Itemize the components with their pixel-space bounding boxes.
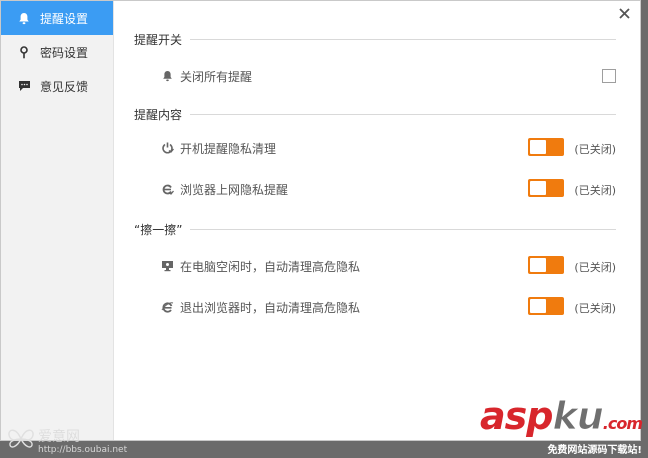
- section-reminder-switch: 提醒开关: [134, 31, 616, 48]
- settings-window: 提醒设置 密码设置 意见反馈 提醒开关 关闭所有提醒 提醒内容 开机提醒隐私清理…: [0, 0, 641, 441]
- toggle-status: (已关闭): [574, 143, 616, 156]
- setting-label: 开机提醒隐私清理: [180, 141, 277, 156]
- toggle-status: (已关闭): [574, 261, 616, 274]
- setting-row-close-all: 关闭所有提醒: [160, 64, 616, 88]
- sidebar-item-password-settings[interactable]: 密码设置: [1, 35, 113, 69]
- setting-label: 关闭所有提醒: [180, 69, 253, 84]
- sidebar-item-label: 密码设置: [40, 45, 89, 60]
- power-icon: [160, 141, 174, 155]
- setting-row-browser-reminder: 浏览器上网隐私提醒 (已关闭): [160, 177, 616, 201]
- close-all-checkbox[interactable]: [602, 69, 616, 83]
- section-wipe: “擦一擦”: [134, 221, 616, 238]
- toggle-knob: [530, 140, 546, 154]
- watermark-script: 爱意网: [38, 429, 80, 445]
- monitor-icon: [160, 259, 174, 273]
- brand-part-domain: .com: [602, 414, 643, 433]
- watermark-brand: aspku.com: [479, 394, 643, 443]
- section-title: “擦一擦”: [134, 223, 183, 237]
- toggle-knob: [530, 299, 546, 313]
- toggle-status: (已关闭): [574, 184, 616, 197]
- key-icon: [17, 45, 31, 59]
- setting-label: 退出浏览器时，自动清理高危隐私: [180, 300, 361, 315]
- sidebar-item-label: 提醒设置: [40, 11, 89, 26]
- setting-label: 浏览器上网隐私提醒: [180, 182, 289, 197]
- divider: [190, 229, 616, 230]
- divider: [190, 39, 616, 40]
- setting-row-browser-exit-clean: 退出浏览器时，自动清理高危隐私 (已关闭): [160, 295, 616, 319]
- chat-icon: [17, 79, 31, 93]
- toggle-knob: [530, 258, 546, 272]
- browser-icon: [160, 182, 174, 196]
- browser-exit-clean-toggle[interactable]: [528, 297, 564, 315]
- brand-part-red: asp: [479, 394, 553, 438]
- ie-icon: [160, 300, 174, 314]
- settings-content: 提醒开关 关闭所有提醒 提醒内容 开机提醒隐私清理 (已关闭) 浏览器上网隐私提…: [114, 1, 640, 440]
- butterfly-logo-icon: [6, 425, 36, 456]
- watermark-left: 爱意网 http://bbs.oubai.net: [6, 425, 127, 456]
- section-title: 提醒开关: [134, 33, 183, 47]
- watermark-tagline: 免费网站源码下载站!: [547, 445, 642, 456]
- sidebar-item-label: 意见反馈: [40, 79, 89, 94]
- idle-clean-toggle[interactable]: [528, 256, 564, 274]
- setting-row-idle-clean: 在电脑空闲时，自动清理高危隐私 (已关闭): [160, 254, 616, 278]
- sidebar-item-reminder-settings[interactable]: 提醒设置: [1, 1, 113, 35]
- section-reminder-content: 提醒内容: [134, 106, 616, 123]
- brand-part-grey: ku: [552, 394, 604, 438]
- bell-icon: [17, 11, 31, 25]
- sidebar: 提醒设置 密码设置 意见反馈: [1, 1, 114, 440]
- divider: [190, 114, 616, 115]
- boot-reminder-toggle[interactable]: [528, 138, 564, 156]
- setting-row-boot-reminder: 开机提醒隐私清理 (已关闭): [160, 136, 616, 160]
- toggle-status: (已关闭): [574, 302, 616, 315]
- setting-label: 在电脑空闲时，自动清理高危隐私: [180, 259, 361, 274]
- watermark-right: aspku.com 免费网站源码下载站!: [479, 394, 643, 457]
- browser-reminder-toggle[interactable]: [528, 179, 564, 197]
- sidebar-item-feedback[interactable]: 意见反馈: [1, 69, 113, 103]
- watermark-url: http://bbs.oubai.net: [38, 445, 128, 455]
- section-title: 提醒内容: [134, 108, 183, 122]
- toggle-knob: [530, 181, 546, 195]
- bell-icon: [160, 69, 174, 83]
